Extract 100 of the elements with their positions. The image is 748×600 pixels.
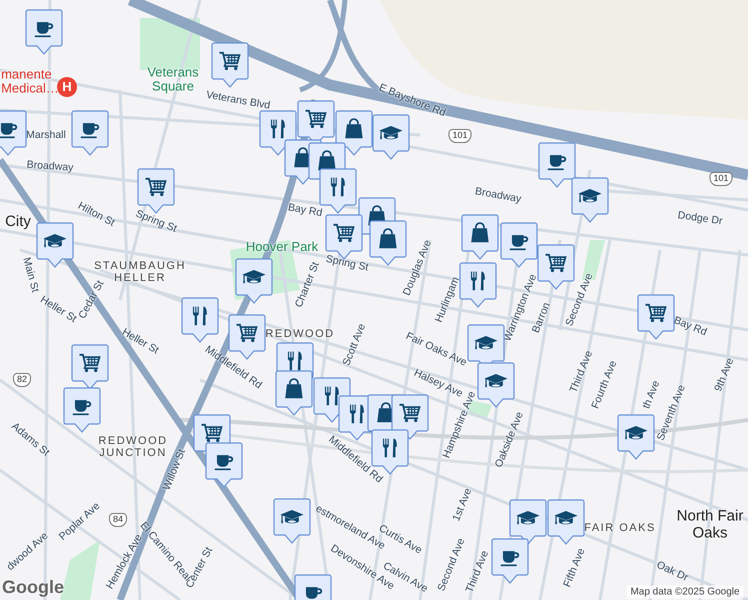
coffee-cup-icon [0,123,18,138]
street-label: Broadway [474,186,522,206]
graduation-cap-icon [554,510,578,524]
map-marker[interactable] [63,387,101,433]
park-label: Hoover Park [246,240,318,254]
street-label: Broadway [26,160,74,174]
street-label: Oak Dr [654,560,690,584]
map-marker[interactable] [477,362,515,408]
graduation-cap-icon [379,126,403,140]
map-marker[interactable] [571,177,609,223]
map-marker[interactable] [509,499,547,545]
map-marker[interactable] [335,110,373,156]
map-marker[interactable] [71,344,109,390]
fork-and-knife-icon [288,352,302,370]
street-label: Fifth Ave [562,546,588,590]
street-label: Scott Ave [341,322,369,368]
map-marker[interactable] [500,222,538,268]
fork-and-knife-icon [470,272,485,290]
graduation-cap-icon [578,188,602,202]
graduation-cap-icon [484,374,508,388]
shopping-cart-icon [201,424,223,442]
fork-and-knife-icon [324,386,339,406]
street-label: 9th Ave [713,356,737,394]
coffee-cup-icon [34,22,54,38]
shopping-bag-icon [345,118,363,138]
shopping-cart-icon [79,354,101,372]
map-marker[interactable] [205,442,243,488]
fork-and-knife-icon [270,120,285,138]
map-marker[interactable] [547,499,585,545]
map-marker[interactable] [491,538,529,584]
map-marker[interactable] [537,244,575,290]
map-marker[interactable] [0,110,27,156]
park-label: Veterans Square [147,66,199,94]
area-label: FAIR OAKS [584,522,656,534]
city-label: North Fair Oaks [676,508,744,542]
coffee-cup-icon [306,587,322,599]
shopping-bag-icon [471,222,489,242]
street-label: Bay Rd [672,315,708,339]
fork-and-knife-icon [192,306,207,326]
shopping-cart-icon [219,52,241,70]
fork-and-knife-icon [330,178,345,196]
shopping-cart-icon [333,224,355,242]
highway-shield: 101 [448,129,472,143]
area-label: REDWOOD [265,328,335,340]
hospital-label: manente Medical… [1,68,59,96]
street-label: Veterans Blvd [205,90,271,112]
map-marker[interactable] [459,262,497,308]
shopping-bag-icon [379,228,397,248]
graduation-cap-icon [624,426,648,440]
map-marker[interactable] [538,142,576,188]
map-attribution: Map data ©2025 Google [626,586,744,598]
highway-shield: 82 [13,373,31,387]
city-label: City [5,214,31,230]
coffee-cup-icon [548,155,566,170]
street-label: Dodge Dr [676,210,724,228]
map-logo: Google [2,578,64,598]
street-label: Bay Rd [287,202,323,220]
map-marker[interactable] [25,9,63,55]
graduation-cap-icon [516,510,540,524]
graduation-cap-icon [43,234,67,248]
coffee-cup-icon [72,400,92,416]
map-marker[interactable] [637,294,675,340]
map-marker[interactable] [235,258,273,304]
map-marker[interactable] [211,42,249,88]
area-label: REDWOOD JUNCTION [98,434,168,460]
street-label: Marshall [26,130,66,142]
map-marker[interactable] [617,414,655,460]
coffee-cup-icon [214,455,234,470]
shopping-bag-icon [318,150,336,170]
fork-and-knife-icon [382,438,397,458]
shopping-bag-icon [285,378,303,398]
shopping-cart-icon [236,324,258,342]
street-label: Fair Oaks Ave [404,330,468,369]
map-marker[interactable] [372,114,410,160]
street-label: Main St [20,256,40,294]
graduation-cap-icon [242,270,266,284]
shopping-cart-icon [399,404,421,422]
street-label: Third Ave [464,549,492,595]
map-marker[interactable] [71,110,109,156]
highway-shield: 84 [109,513,127,527]
map-marker[interactable] [36,222,74,268]
street-label: th Ave [641,379,662,410]
shopping-cart-icon [645,304,667,322]
map-marker[interactable] [181,297,219,343]
graduation-cap-icon [474,336,498,350]
map-marker[interactable] [461,214,499,260]
shopping-cart-icon [545,254,567,272]
coffee-cup-icon [510,235,528,250]
map-marker[interactable] [275,370,313,416]
graduation-cap-icon [280,510,304,524]
map-marker[interactable] [273,498,311,544]
highway-shield: 101 [709,172,733,186]
street-label: 1st Ave [451,486,475,524]
hospital-badge: H [57,77,77,97]
coffee-cup-icon [500,551,520,566]
shopping-cart-icon [305,110,327,128]
street-label: Spring St [324,254,370,274]
fork-and-knife-icon [350,404,364,424]
coffee-cup-icon [80,123,100,138]
shopping-cart-icon [145,178,167,196]
